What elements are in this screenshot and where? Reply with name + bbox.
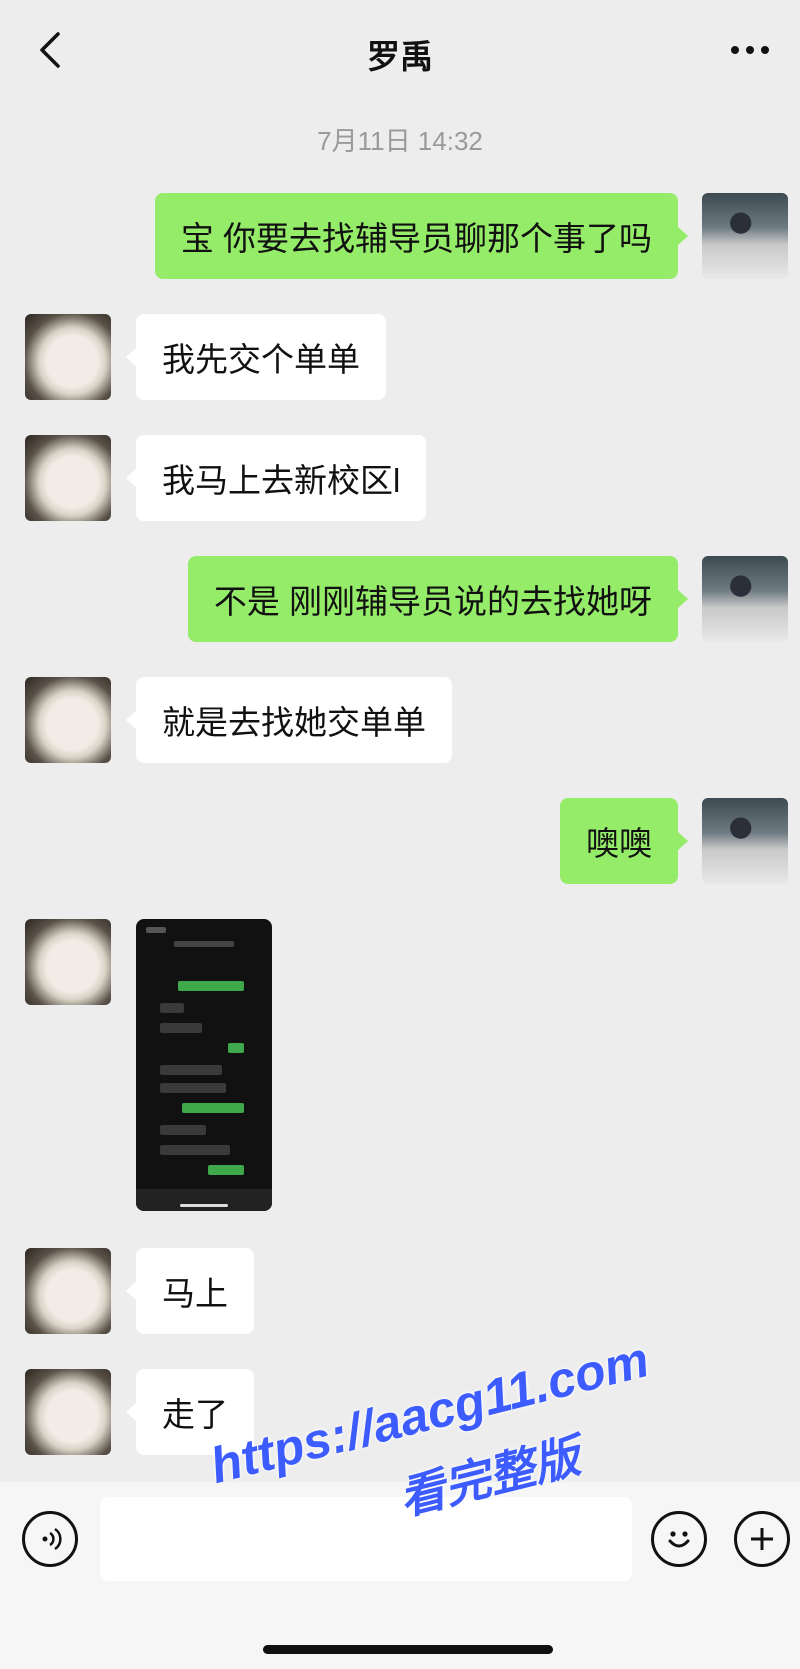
self-avatar[interactable] bbox=[702, 798, 788, 884]
emoji-icon bbox=[668, 1531, 690, 1548]
more-icon bbox=[731, 46, 769, 54]
contact-avatar[interactable] bbox=[25, 677, 111, 763]
nav-bar: 罗禹 bbox=[0, 0, 800, 100]
message-bubble-other[interactable]: 我先交个单单 bbox=[126, 314, 386, 400]
contact-avatar[interactable] bbox=[25, 1248, 111, 1334]
self-avatar[interactable] bbox=[702, 556, 788, 642]
message-timestamp: 7月11日 14:32 bbox=[317, 126, 483, 156]
voice-button[interactable] bbox=[22, 1511, 78, 1567]
message-bubble-other[interactable]: 我马上去新校区l bbox=[125, 435, 427, 521]
self-avatar[interactable] bbox=[702, 193, 788, 279]
message-bubble-self[interactable]: 宝 你要去找辅导员聊那个事了吗 bbox=[154, 193, 689, 279]
home-indicator bbox=[263, 1645, 553, 1654]
voice-icon bbox=[42, 1527, 62, 1551]
message-bubble-self[interactable]: 不是 刚刚辅导员说的去找她呀 bbox=[187, 556, 689, 642]
contact-avatar[interactable] bbox=[25, 314, 111, 400]
plus-icon bbox=[751, 1528, 773, 1550]
chat-title: 罗禹 bbox=[367, 38, 433, 75]
image-message-thumbnail[interactable] bbox=[136, 919, 272, 1211]
emoji-button[interactable] bbox=[651, 1511, 707, 1567]
message-bubble-other[interactable]: 马上 bbox=[126, 1248, 254, 1334]
contact-avatar[interactable] bbox=[25, 1369, 111, 1455]
contact-avatar[interactable] bbox=[25, 435, 111, 521]
more-button[interactable] bbox=[725, 30, 775, 70]
message-bubble-self[interactable]: 噢噢 bbox=[560, 798, 688, 884]
message-bubble-other[interactable]: 就是去找她交单单 bbox=[126, 677, 452, 763]
plus-button[interactable] bbox=[734, 1511, 790, 1567]
contact-avatar[interactable] bbox=[25, 919, 111, 1005]
